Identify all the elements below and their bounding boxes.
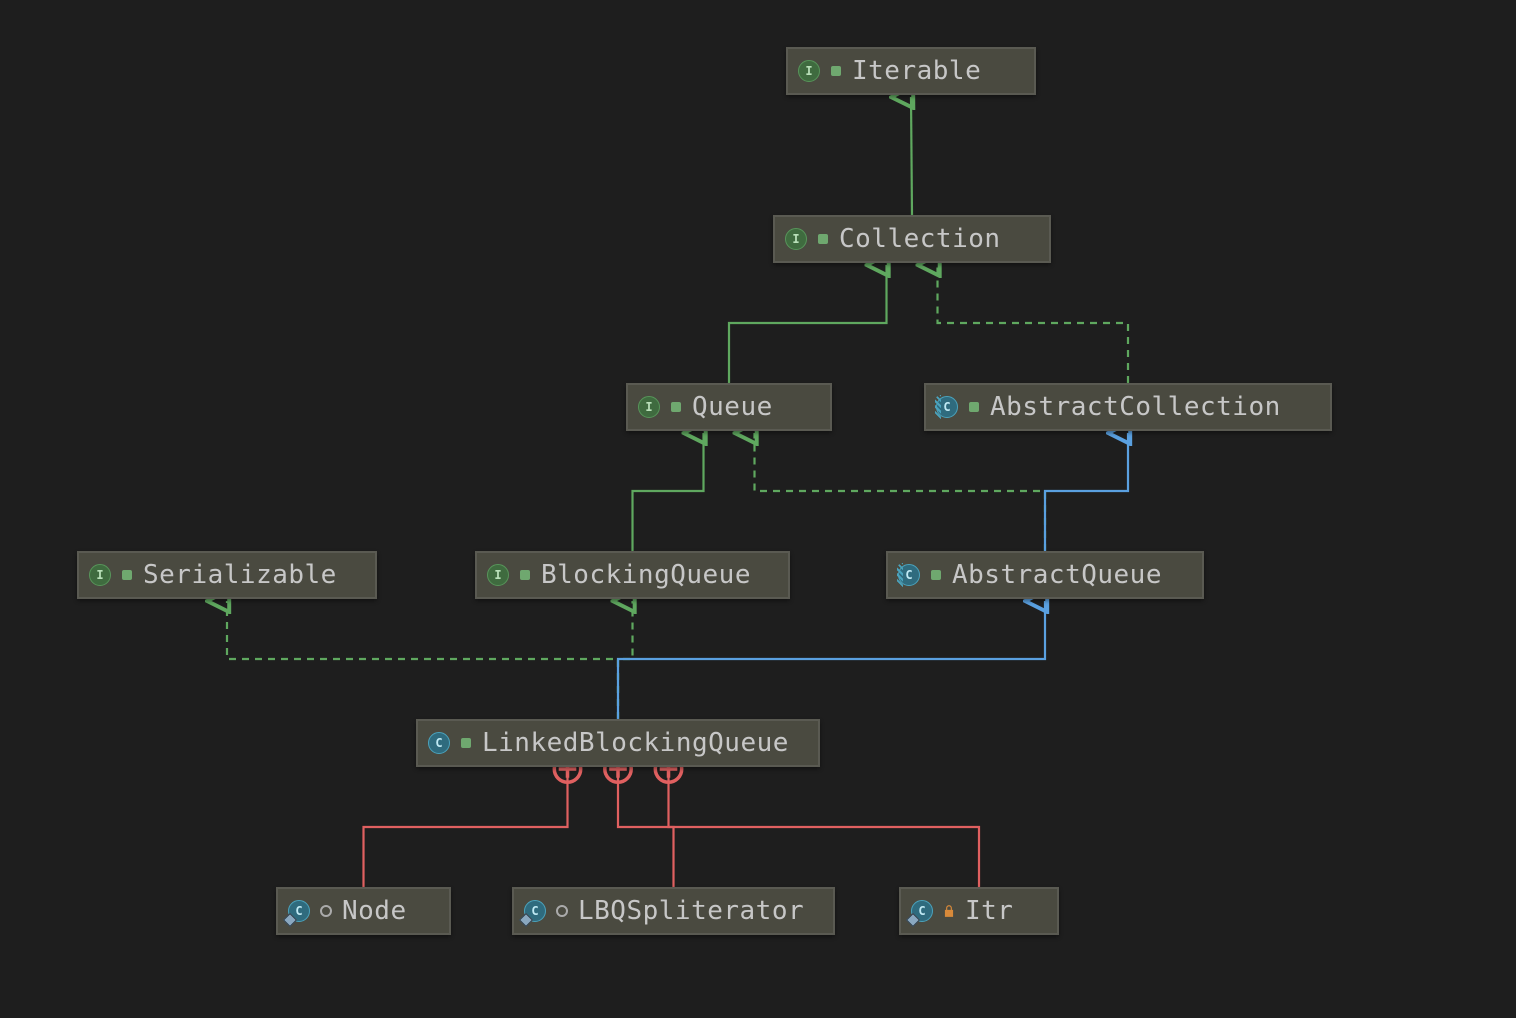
node-label: LBQSpliterator bbox=[578, 896, 804, 926]
class-badge-icon: C bbox=[288, 900, 310, 922]
node-linkedblockingqueue[interactable]: C LinkedBlockingQueue bbox=[416, 719, 820, 767]
node-abstractcollection[interactable]: C AbstractCollection bbox=[924, 383, 1332, 431]
visibility-public-icon bbox=[815, 234, 831, 244]
node-label: AbstractQueue bbox=[952, 560, 1162, 590]
interface-badge-icon: I bbox=[785, 228, 807, 250]
node-abstractqueue[interactable]: C AbstractQueue bbox=[886, 551, 1204, 599]
node-label: Itr bbox=[965, 896, 1013, 926]
visibility-public-icon bbox=[828, 66, 844, 76]
edge-node-to-linkedblockingqueue bbox=[364, 769, 568, 887]
class-badge-icon: C bbox=[428, 732, 450, 754]
edge-lbqspliterator-to-linkedblockingqueue bbox=[618, 769, 674, 887]
visibility-public-icon bbox=[928, 570, 944, 580]
interface-badge-icon: I bbox=[798, 60, 820, 82]
edge-itr-to-linkedblockingqueue bbox=[669, 769, 980, 887]
visibility-private-icon bbox=[941, 904, 957, 918]
edge-linkedblockingqueue-to-abstractqueue bbox=[618, 601, 1045, 719]
abstractclass-badge-icon: C bbox=[936, 396, 958, 418]
edge-linkedblockingqueue-to-serializable bbox=[227, 601, 618, 719]
visibility-public-icon bbox=[966, 402, 982, 412]
node-collection[interactable]: I Collection bbox=[773, 215, 1051, 263]
visibility-package-icon bbox=[318, 905, 334, 917]
node-queue[interactable]: I Queue bbox=[626, 383, 832, 431]
node-blockingqueue[interactable]: I BlockingQueue bbox=[475, 551, 790, 599]
node-node[interactable]: C Node bbox=[276, 887, 451, 935]
class-badge-icon: C bbox=[524, 900, 546, 922]
inner-class-decorator-icon bbox=[906, 913, 920, 927]
class-badge-icon: C bbox=[911, 900, 933, 922]
node-label: Iterable bbox=[852, 56, 981, 86]
node-lbqspliterator[interactable]: C LBQSpliterator bbox=[512, 887, 835, 935]
node-label: BlockingQueue bbox=[541, 560, 751, 590]
node-label: Queue bbox=[692, 392, 773, 422]
interface-badge-icon: I bbox=[487, 564, 509, 586]
node-label: Node bbox=[342, 896, 407, 926]
visibility-public-icon bbox=[458, 738, 474, 748]
class-diagram-canvas: I Iterable I Collection I Queue C AbstractColle… bbox=[0, 0, 1516, 1018]
inner-class-decorator-icon bbox=[519, 913, 533, 927]
edge-abstractqueue-to-abstractcollection bbox=[1045, 433, 1128, 551]
edge-queue-to-collection bbox=[729, 265, 887, 383]
node-label: AbstractCollection bbox=[990, 392, 1281, 422]
visibility-public-icon bbox=[668, 402, 684, 412]
node-label: Serializable bbox=[143, 560, 337, 590]
node-serializable[interactable]: I Serializable bbox=[77, 551, 377, 599]
edge-blockingqueue-to-queue bbox=[633, 433, 704, 551]
visibility-public-icon bbox=[517, 570, 533, 580]
edge-collection-to-iterable bbox=[911, 97, 912, 215]
visibility-public-icon bbox=[119, 570, 135, 580]
edge-abstractcollection-to-collection bbox=[938, 265, 1129, 383]
inner-class-decorator-icon bbox=[283, 913, 297, 927]
interface-badge-icon: I bbox=[89, 564, 111, 586]
node-iterable[interactable]: I Iterable bbox=[786, 47, 1036, 95]
edges-layer bbox=[0, 0, 1516, 1018]
node-label: LinkedBlockingQueue bbox=[482, 728, 789, 758]
visibility-package-icon bbox=[554, 905, 570, 917]
edge-abstractqueue-to-queue bbox=[755, 433, 1046, 551]
abstractclass-badge-icon: C bbox=[898, 564, 920, 586]
interface-badge-icon: I bbox=[638, 396, 660, 418]
edge-linkedblockingqueue-to-blockingqueue bbox=[618, 601, 633, 719]
node-label: Collection bbox=[839, 224, 1001, 254]
node-itr[interactable]: C Itr bbox=[899, 887, 1059, 935]
